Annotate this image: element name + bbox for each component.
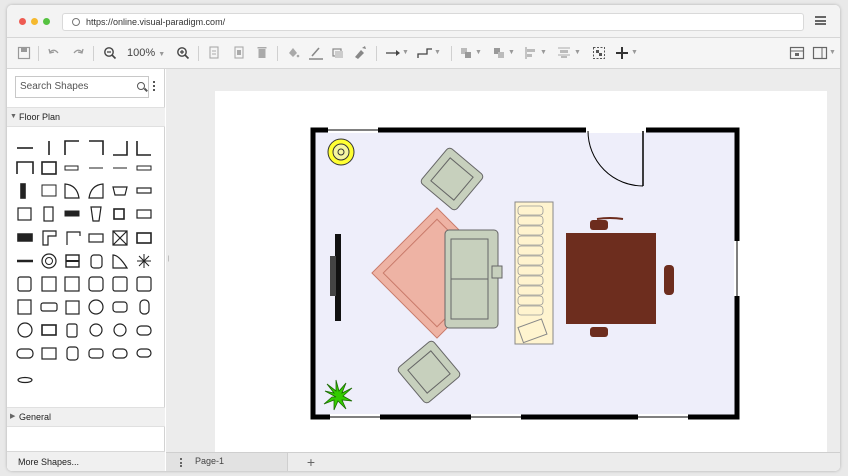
window[interactable]: [638, 414, 688, 420]
to-front-icon[interactable]: [459, 44, 473, 62]
format-panel-icon[interactable]: [789, 44, 805, 62]
toolbar-separator: [198, 46, 199, 61]
to-back-icon[interactable]: [492, 44, 506, 62]
outline-panel-icon[interactable]: [812, 44, 828, 62]
floor-plan-diagram[interactable]: [215, 91, 827, 452]
chevron-down-icon: ▼: [10, 113, 17, 120]
align-icon[interactable]: [524, 44, 538, 62]
toolbar-separator: [277, 46, 278, 61]
minimize-window-button[interactable]: [31, 18, 38, 25]
shape-sidebar: Search Shapes ▼ Floor Plan ▶ General Mor…: [7, 69, 165, 471]
fill-color-icon[interactable]: [286, 44, 300, 62]
section-label: General: [19, 412, 52, 422]
maximize-window-button[interactable]: [43, 18, 50, 25]
distribute-icon[interactable]: [556, 44, 572, 62]
chevron-down-icon[interactable]: ▼: [475, 44, 482, 62]
chevron-down-icon[interactable]: ▼: [434, 44, 441, 62]
add-page-icon[interactable]: +: [301, 453, 321, 471]
toolbar-separator: [93, 46, 94, 61]
redo-icon[interactable]: [71, 44, 85, 62]
chevron-down-icon[interactable]: ▼: [402, 44, 409, 62]
group-icon[interactable]: [592, 44, 606, 62]
page-menu-icon[interactable]: [180, 458, 182, 469]
more-shapes-button[interactable]: More Shapes...: [7, 451, 165, 471]
floor-lamp[interactable]: [327, 138, 355, 166]
chevron-down-icon[interactable]: ▼: [631, 44, 638, 62]
window[interactable]: [328, 127, 378, 133]
search-placeholder: Search Shapes: [20, 81, 89, 92]
shadow-icon[interactable]: [331, 44, 345, 62]
section-label: Floor Plan: [19, 112, 61, 122]
section-general[interactable]: ▶ General: [7, 407, 165, 427]
more-shapes-label: More Shapes...: [18, 457, 80, 467]
page-tab-bar: Page-1 +: [166, 452, 840, 471]
browser-window: https://online.visual-paradigm.com/ 100%…: [7, 5, 840, 471]
paste-icon[interactable]: [232, 44, 246, 62]
bookshelf[interactable]: [514, 201, 554, 345]
diagram-toolbar: 100% ▼ ▼ ▼ ▼ ▼ ▼ ▼ ▼ ▼: [7, 38, 840, 69]
save-icon[interactable]: [17, 44, 31, 62]
diagram-canvas[interactable]: [166, 69, 840, 452]
chevron-right-icon: ▶: [10, 413, 16, 420]
undo-icon[interactable]: [47, 44, 61, 62]
chevron-down-icon[interactable]: ▼: [829, 44, 836, 62]
window[interactable]: [330, 414, 380, 420]
line-color-icon[interactable]: [308, 44, 324, 62]
zoom-out-icon[interactable]: [103, 44, 117, 62]
browser-menu-icon[interactable]: [815, 16, 826, 25]
zoom-level: 100%: [127, 47, 156, 59]
floor-plan-shape-palette[interactable]: [15, 137, 159, 407]
search-input[interactable]: Search Shapes: [15, 76, 149, 98]
zoom-dropdown[interactable]: 100% ▼: [127, 44, 165, 62]
page-tab-label: Page-1: [195, 456, 225, 466]
site-info-icon: [72, 18, 80, 26]
copy-icon[interactable]: [207, 44, 221, 62]
zoom-in-icon[interactable]: [176, 44, 190, 62]
chevron-down-icon[interactable]: ▼: [508, 44, 515, 62]
window[interactable]: [471, 414, 521, 420]
browser-titlebar: https://online.visual-paradigm.com/: [7, 5, 840, 38]
connector-icon[interactable]: [384, 44, 402, 62]
sidebar-options-icon[interactable]: [153, 81, 156, 93]
sofa[interactable]: [444, 229, 503, 329]
toolbar-separator: [376, 46, 377, 61]
toolbar-separator: [38, 46, 39, 61]
section-floor-plan[interactable]: ▼ Floor Plan: [7, 107, 165, 127]
waypoint-icon[interactable]: [416, 44, 434, 62]
add-icon[interactable]: [615, 44, 629, 62]
delete-icon[interactable]: [255, 44, 269, 62]
toolbar-separator: [451, 46, 452, 61]
page-tab[interactable]: Page-1: [166, 453, 288, 471]
close-window-button[interactable]: [19, 18, 26, 25]
chevron-down-icon[interactable]: ▼: [540, 44, 547, 62]
url-text: https://online.visual-paradigm.com/: [86, 17, 226, 27]
address-bar[interactable]: https://online.visual-paradigm.com/: [62, 13, 804, 31]
search-icon[interactable]: [137, 82, 145, 90]
chevron-down-icon: ▼: [158, 51, 166, 58]
diagram-page[interactable]: [215, 91, 827, 452]
chevron-down-icon[interactable]: ▼: [574, 44, 581, 62]
window[interactable]: [734, 241, 740, 296]
format-painter-icon[interactable]: [352, 44, 368, 62]
sidebar-splitter[interactable]: ❘: [166, 255, 171, 262]
